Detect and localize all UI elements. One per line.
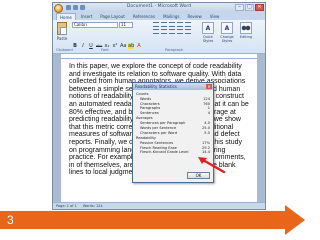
change-styles-button[interactable]: A Change Styles — [219, 22, 235, 43]
format-buttons: B I U abc x₂ x² Aa ab A — [72, 43, 150, 49]
slide-number: 3 — [7, 213, 14, 227]
group-label-clipboard: Clipboard — [56, 48, 73, 52]
stat-value: 4 — [207, 110, 210, 115]
page-indicator[interactable]: Page: 1 of 1 — [56, 203, 77, 209]
tab-mailings[interactable]: Mailings — [160, 13, 182, 20]
font-name-select[interactable]: Calibri — [72, 22, 118, 28]
tab-insert[interactable]: Insert — [78, 13, 95, 20]
stat-value: 14.4 — [201, 150, 210, 155]
styles-group: A Quick Styles A Change Styles Editing — [200, 22, 254, 43]
window-title: Document1 - Microsoft Word — [126, 4, 192, 9]
align-center-icon[interactable] — [161, 29, 167, 34]
dialog-title: Readability Statistics — [135, 84, 177, 89]
window-controls: – □ ✕ — [235, 4, 264, 11]
dialog-body: Counts Words 124 Characters 760 Paragraphs 1 Se… — [133, 90, 213, 155]
status-bar: Page: 1 of 1 Words: 124 — [53, 202, 265, 209]
change-styles-label: Change Styles — [220, 35, 234, 43]
binoculars-icon — [240, 22, 252, 34]
quick-styles-button[interactable]: A Quick Styles — [200, 22, 216, 43]
font-color-button[interactable]: A — [136, 43, 142, 49]
tab-view[interactable]: View — [207, 13, 223, 20]
ribbon: Paste Clipboard Calibri 11 B I U abc x₂ x… — [53, 20, 265, 54]
font-group: Calibri 11 B I U abc x₂ x² Aa ab A — [72, 22, 150, 49]
italic-button[interactable]: I — [80, 43, 86, 49]
minimize-button[interactable]: – — [235, 4, 244, 11]
stat-row: Characters per Word 5.5 — [136, 131, 210, 136]
font-size-select[interactable]: 11 — [119, 22, 133, 28]
stat-label: Sentences — [140, 110, 159, 115]
stat-value: 5.5 — [204, 130, 210, 135]
decrease-indent-icon[interactable] — [177, 22, 183, 27]
tab-review[interactable]: Review — [185, 13, 205, 20]
paste-button[interactable]: Paste — [55, 22, 69, 42]
next-arrow-icon[interactable] — [285, 205, 305, 235]
highlight-button[interactable]: ab — [128, 43, 134, 49]
stat-label: Characters per Word — [140, 130, 178, 135]
underline-button[interactable]: U — [88, 43, 94, 49]
increase-indent-icon[interactable] — [185, 22, 191, 27]
numbering-icon[interactable] — [161, 22, 167, 27]
superscript-button[interactable]: x² — [112, 43, 118, 49]
word-count[interactable]: Words: 124 — [83, 203, 103, 209]
group-label-paragraph: Paragraph — [165, 48, 183, 52]
change-styles-icon: A — [221, 22, 233, 34]
paste-label: Paste — [56, 36, 68, 41]
tab-page-layout[interactable]: Page Layout — [97, 13, 128, 20]
ribbon-tabs: Home Insert Page Layout References Maili… — [53, 13, 265, 20]
dialog-close-button[interactable]: ✕ — [206, 84, 212, 89]
quick-styles-icon: A — [202, 22, 214, 34]
stat-label: Flesch-Kincaid Grade Level — [140, 150, 189, 155]
quick-styles-label: Quick Styles — [202, 35, 214, 43]
stat-row: Sentences 4 — [136, 111, 210, 116]
bold-button[interactable]: B — [72, 43, 78, 49]
group-label-font: Font — [101, 48, 109, 52]
editing-button[interactable]: Editing — [238, 22, 254, 43]
editing-label: Editing — [239, 35, 253, 39]
align-right-icon[interactable] — [169, 29, 175, 34]
maximize-button[interactable]: □ — [245, 4, 254, 11]
slide-footer-bar — [0, 211, 285, 229]
bullets-icon[interactable] — [153, 22, 159, 27]
dialog-title-bar: Readability Statistics ✕ — [133, 83, 213, 90]
close-button[interactable]: ✕ — [255, 4, 264, 11]
align-left-icon[interactable] — [153, 29, 159, 34]
line-spacing-icon[interactable] — [185, 29, 191, 34]
stat-row: Flesch-Kincaid Grade Level 14.4 — [136, 150, 210, 155]
tab-home[interactable]: Home — [56, 13, 76, 20]
tab-references[interactable]: References — [130, 13, 158, 20]
justify-icon[interactable] — [177, 29, 183, 34]
annotation-arrow-icon — [198, 157, 226, 174]
paragraph-group — [153, 22, 197, 36]
title-bar: Document1 - Microsoft Word – □ ✕ — [53, 3, 265, 13]
multilevel-list-icon[interactable] — [169, 22, 175, 27]
change-case-button[interactable]: Aa — [120, 43, 126, 49]
paste-sheet-icon — [60, 27, 67, 35]
